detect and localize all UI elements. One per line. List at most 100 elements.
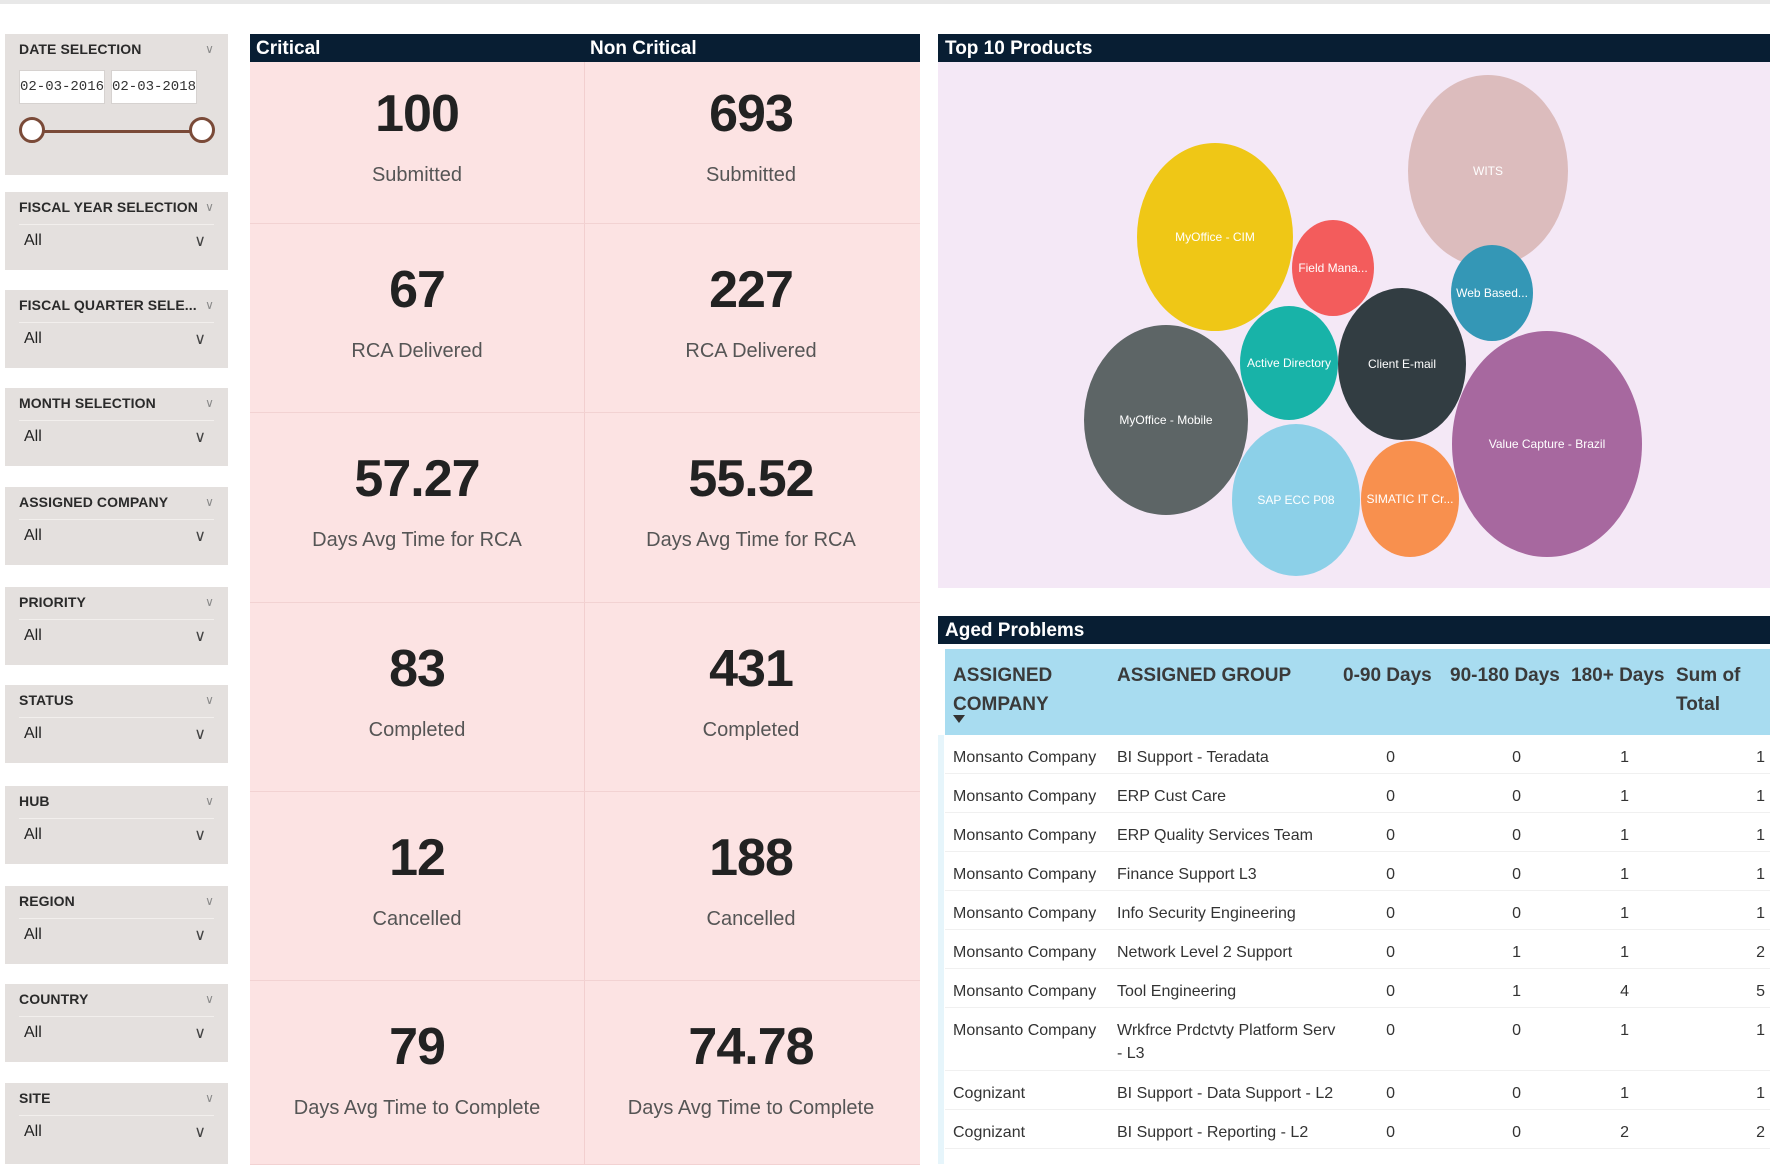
col-header-company[interactable]: ASSIGNED COMPANY bbox=[953, 661, 1083, 719]
product-bubble[interactable]: Active Directory bbox=[1240, 306, 1338, 420]
product-bubble[interactable]: SAP ECC P08 bbox=[1232, 424, 1360, 576]
slicer[interactable]: MONTH SELECTION ∨ All ∨ bbox=[5, 388, 228, 466]
dropdown-chevron-icon[interactable]: ∨ bbox=[194, 925, 206, 945]
slider-end-handle[interactable] bbox=[189, 117, 215, 143]
table-row[interactable]: Monsanto Company Tool Engineering 0 1 4 5 bbox=[945, 969, 1770, 1008]
dropdown-chevron-icon[interactable]: ∨ bbox=[194, 724, 206, 744]
chevron-down-icon[interactable]: ∨ bbox=[205, 396, 214, 410]
date-selection-slicer[interactable]: DATE SELECTION ∨ 02-03-2016 02-03-2018 bbox=[5, 34, 228, 175]
date-range-slider[interactable] bbox=[19, 108, 215, 154]
cell-group: BI Support - Data Support - L2 bbox=[1117, 1085, 1334, 1102]
top-border bbox=[0, 0, 1770, 4]
table-row[interactable]: Monsanto Company ERP Cust Care 0 0 1 1 bbox=[945, 774, 1770, 813]
slicer-dropdown[interactable]: All ∨ bbox=[19, 918, 214, 951]
cell-0-90: 0 bbox=[1386, 866, 1395, 883]
end-date-input[interactable]: 02-03-2018 bbox=[111, 70, 197, 104]
dropdown-chevron-icon[interactable]: ∨ bbox=[194, 1122, 206, 1142]
chevron-down-icon[interactable]: ∨ bbox=[205, 992, 214, 1006]
slicer-value: All bbox=[24, 725, 42, 742]
dropdown-chevron-icon[interactable]: ∨ bbox=[194, 1023, 206, 1043]
product-bubble[interactable]: MyOffice - CIM bbox=[1137, 143, 1293, 331]
slicer-dropdown[interactable]: All ∨ bbox=[19, 519, 214, 552]
table-row[interactable]: Monsanto Company Network Level 2 Support 0… bbox=[945, 930, 1770, 969]
bubble-label: MyOffice - Mobile bbox=[1119, 413, 1213, 427]
col-header-total[interactable]: Sum of Total bbox=[1676, 661, 1756, 719]
col-header-180[interactable]: 180+ Days bbox=[1571, 661, 1665, 690]
slicer[interactable]: COUNTRY ∨ All ∨ bbox=[5, 984, 228, 1062]
slicer[interactable]: ASSIGNED COMPANY ∨ All ∨ bbox=[5, 487, 228, 565]
dropdown-chevron-icon[interactable]: ∨ bbox=[194, 427, 206, 447]
cell-0-90: 0 bbox=[1386, 1085, 1395, 1102]
dropdown-chevron-icon[interactable]: ∨ bbox=[194, 825, 206, 845]
chevron-down-icon[interactable]: ∨ bbox=[205, 894, 214, 908]
chevron-down-icon[interactable]: ∨ bbox=[205, 200, 214, 214]
table-row[interactable]: Monsanto Company BI Support - Teradata 0 0 1… bbox=[945, 735, 1770, 774]
cell-total: 1 bbox=[1756, 866, 1765, 883]
slicer[interactable]: REGION ∨ All ∨ bbox=[5, 886, 228, 964]
product-bubble[interactable]: MyOffice - Mobile bbox=[1084, 325, 1248, 515]
kpi-label: Completed bbox=[368, 719, 466, 741]
start-date-input[interactable]: 02-03-2016 bbox=[19, 70, 105, 104]
product-bubble[interactable]: Field Mana... bbox=[1292, 220, 1374, 316]
slicer[interactable]: FISCAL YEAR SELECTION ∨ All ∨ bbox=[5, 192, 228, 270]
col-header-group[interactable]: ASSIGNED GROUP bbox=[1117, 661, 1291, 690]
chevron-down-icon[interactable]: ∨ bbox=[205, 595, 214, 609]
chevron-down-icon[interactable]: ∨ bbox=[205, 794, 214, 808]
cell-90-180: 1 bbox=[1512, 944, 1521, 961]
kpi-row: 83 Completed 431 Completed bbox=[250, 602, 920, 792]
kpi-label: Cancelled bbox=[706, 908, 796, 930]
cell-90-180: 0 bbox=[1512, 866, 1521, 883]
cell-0-90: 0 bbox=[1386, 1124, 1395, 1141]
col-header-90-180[interactable]: 90-180 Days bbox=[1450, 661, 1560, 690]
slicer[interactable]: HUB ∨ All ∨ bbox=[5, 786, 228, 864]
cell-180: 1 bbox=[1620, 1085, 1629, 1102]
slicer[interactable]: STATUS ∨ All ∨ bbox=[5, 685, 228, 763]
product-bubble[interactable]: SIMATIC IT Cr... bbox=[1361, 441, 1459, 557]
sort-descending-icon[interactable] bbox=[953, 715, 965, 723]
table-row[interactable]: Monsanto Company Info Security Engineerin… bbox=[945, 891, 1770, 930]
kpi-row: 67 RCA Delivered 227 RCA Delivered bbox=[250, 223, 920, 413]
col-header-0-90[interactable]: 0-90 Days bbox=[1343, 661, 1432, 690]
slicer-dropdown[interactable]: All ∨ bbox=[19, 717, 214, 750]
chevron-down-icon[interactable]: ∨ bbox=[205, 1091, 214, 1105]
cell-90-180: 0 bbox=[1512, 1022, 1521, 1039]
slicer[interactable]: FISCAL QUARTER SELE... ∨ All ∨ bbox=[5, 290, 228, 368]
slicer[interactable]: SITE ∨ All ∨ bbox=[5, 1083, 228, 1164]
chevron-down-icon[interactable]: ∨ bbox=[205, 42, 214, 56]
cell-group: BI Support - Teradata bbox=[1117, 749, 1269, 766]
slicer-value: All bbox=[24, 926, 42, 943]
product-bubble[interactable]: Value Capture - Brazil bbox=[1452, 331, 1642, 557]
slicer-dropdown[interactable]: All ∨ bbox=[19, 619, 214, 652]
product-bubble[interactable]: WITS bbox=[1408, 75, 1568, 267]
slicer[interactable]: PRIORITY ∨ All ∨ bbox=[5, 587, 228, 665]
chevron-down-icon[interactable]: ∨ bbox=[205, 298, 214, 312]
dropdown-chevron-icon[interactable]: ∨ bbox=[194, 626, 206, 646]
slicer-dropdown[interactable]: All ∨ bbox=[19, 1016, 214, 1049]
table-row[interactable]: Cognizant BI Support - Reporting - L2 0 0 2 2 bbox=[945, 1110, 1770, 1149]
table-row[interactable]: Monsanto Company Finance Support L3 0 0 1 1 bbox=[945, 852, 1770, 891]
chevron-down-icon[interactable]: ∨ bbox=[205, 693, 214, 707]
slicer-dropdown[interactable]: All ∨ bbox=[19, 322, 214, 355]
aged-table: ASSIGNED COMPANY ASSIGNED GROUP 0-90 Day… bbox=[945, 649, 1770, 1149]
cell-90-180: 1 bbox=[1512, 983, 1521, 1000]
kpi-card-noncritical: 188 Cancelled bbox=[584, 791, 918, 980]
product-bubble[interactable]: Web Based... bbox=[1451, 245, 1533, 341]
dropdown-chevron-icon[interactable]: ∨ bbox=[194, 329, 206, 349]
slicer-dropdown[interactable]: All ∨ bbox=[19, 224, 214, 257]
cell-total: 1 bbox=[1756, 905, 1765, 922]
table-row[interactable]: Monsanto Company Wrkfrce Prdctvty Platfor… bbox=[945, 1008, 1770, 1071]
slicer-title: FISCAL QUARTER SELE... bbox=[19, 297, 197, 313]
slicer-dropdown[interactable]: All ∨ bbox=[19, 420, 214, 453]
cell-90-180: 0 bbox=[1512, 1124, 1521, 1141]
kpi-label: Days Avg Time to Complete bbox=[627, 1097, 875, 1119]
slicer-dropdown[interactable]: All ∨ bbox=[19, 1115, 214, 1148]
slicer-dropdown[interactable]: All ∨ bbox=[19, 818, 214, 851]
product-bubble[interactable]: Client E-mail bbox=[1338, 288, 1466, 440]
dropdown-chevron-icon[interactable]: ∨ bbox=[194, 231, 206, 251]
slicer-header: HUB ∨ bbox=[19, 786, 228, 816]
table-row[interactable]: Cognizant BI Support - Data Support - L2 0… bbox=[945, 1071, 1770, 1110]
dropdown-chevron-icon[interactable]: ∨ bbox=[194, 526, 206, 546]
table-row[interactable]: Monsanto Company ERP Quality Services Tea… bbox=[945, 813, 1770, 852]
slider-start-handle[interactable] bbox=[19, 117, 45, 143]
chevron-down-icon[interactable]: ∨ bbox=[205, 495, 214, 509]
